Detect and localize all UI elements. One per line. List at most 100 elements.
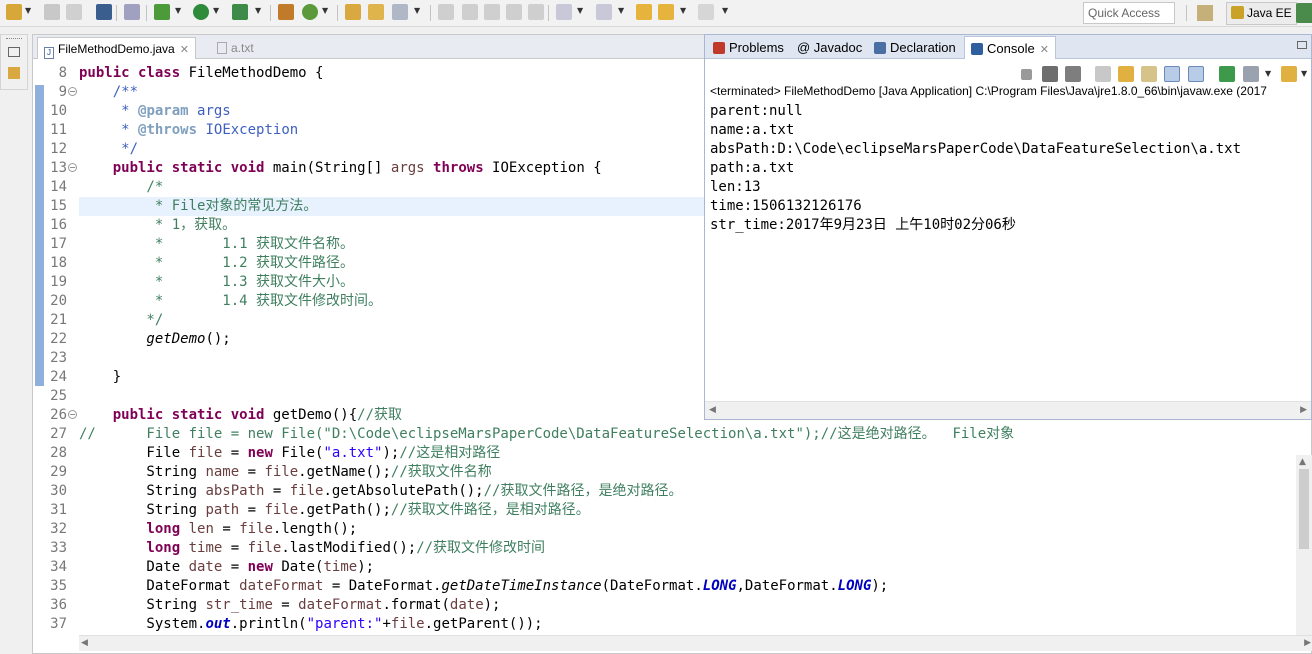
line-number: 9 [58, 84, 67, 100]
code-token: File [79, 445, 189, 461]
scroll-up-icon[interactable]: ▲ [1299, 457, 1306, 467]
external-tools-icon[interactable] [232, 4, 248, 20]
tab-problems[interactable]: Problems [707, 36, 790, 59]
previous-annotation-icon[interactable] [596, 4, 612, 20]
close-icon[interactable]: ✕ [1040, 44, 1049, 56]
scroll-lock-icon[interactable] [1118, 66, 1134, 82]
code-token: args [390, 160, 425, 176]
search-dropdown-icon[interactable]: ▼ [414, 6, 420, 15]
show-on-stdout-icon[interactable] [1164, 66, 1180, 82]
next-annotation-dropdown-icon[interactable]: ▼ [577, 6, 583, 15]
forward-dropdown-icon[interactable]: ▼ [722, 6, 728, 15]
trim-handle[interactable] [6, 38, 22, 41]
new-java-project-icon[interactable] [278, 4, 294, 20]
code-line: public static void main(String[] args th… [79, 159, 602, 178]
java-ee-perspective-button[interactable]: Java EE [1226, 2, 1297, 25]
line-number: 13 [50, 160, 67, 176]
scroll-thumb[interactable] [1299, 469, 1309, 549]
back-icon[interactable] [658, 4, 674, 20]
show-whitespace-icon[interactable] [506, 4, 522, 20]
last-edit-location-icon[interactable] [636, 4, 652, 20]
save-all-icon[interactable] [66, 4, 82, 20]
line-number: 16 [50, 217, 67, 233]
tab-declaration[interactable]: Declaration [868, 36, 962, 59]
tab-filemethoddemo-java[interactable]: J FileMethodDemo.java ✕ [37, 37, 196, 59]
next-annotation-icon[interactable] [556, 4, 572, 20]
tab-console[interactable]: Console ✕ [964, 36, 1056, 59]
tab-label: @ Javadoc [797, 40, 863, 55]
run-icon[interactable] [193, 4, 209, 20]
console-output-line: absPath:D:\Code\eclipseMarsPaperCode\Dat… [710, 141, 1242, 157]
console-output[interactable]: parent:null name:a.txt absPath:D:\Code\ecl… [710, 102, 1310, 235]
new-class-icon[interactable] [302, 4, 318, 20]
terminate-icon[interactable] [1021, 69, 1032, 80]
open-console-dropdown-icon[interactable]: ▼ [1301, 69, 1307, 78]
search-icon[interactable] [392, 4, 408, 20]
show-on-stderr-icon[interactable] [1188, 66, 1204, 82]
fold-toggle-icon[interactable]: − [68, 410, 77, 419]
code-token: path [205, 502, 240, 518]
scroll-left-icon[interactable]: ◀ [709, 405, 716, 415]
restore-icon[interactable] [8, 47, 20, 57]
run-dropdown-icon[interactable]: ▼ [213, 6, 219, 15]
editor-horizontal-scrollbar[interactable]: ◀ ▶ [79, 635, 1312, 651]
close-icon[interactable]: ✕ [180, 44, 189, 56]
tab-a-txt[interactable]: a.txt [211, 37, 260, 59]
code-line: long len = file.length(); [79, 520, 357, 539]
code-token: = [222, 540, 248, 556]
previous-annotation-dropdown-icon[interactable]: ▼ [618, 6, 624, 15]
debug-icon[interactable] [154, 4, 170, 20]
code-token: = DateFormat. [323, 578, 442, 594]
console-output-line: parent:null [710, 103, 803, 119]
fold-toggle-icon[interactable]: − [68, 87, 77, 96]
block-select-icon[interactable] [528, 4, 544, 20]
debug-perspective-icon[interactable] [1296, 3, 1312, 23]
new-class-dropdown-icon[interactable]: ▼ [322, 6, 328, 15]
scroll-right-icon[interactable]: ▶ [1300, 405, 1307, 415]
display-console-dropdown-icon[interactable]: ▼ [1265, 69, 1271, 78]
skip-breakpoints-icon[interactable] [124, 4, 140, 20]
new-dropdown-icon[interactable]: ▼ [25, 6, 31, 15]
code-token: = [239, 464, 265, 480]
remove-all-terminated-icon[interactable] [1065, 66, 1081, 82]
line-number: 15 [50, 198, 67, 214]
toggle-mark-icon[interactable] [462, 4, 478, 20]
debug-dropdown-icon[interactable]: ▼ [175, 6, 181, 15]
code-token: IOException [197, 122, 299, 138]
external-tools-dropdown-icon[interactable]: ▼ [255, 6, 261, 15]
code-token: Date( [272, 559, 324, 575]
pin-console-icon[interactable] [1219, 66, 1235, 82]
forward-icon[interactable] [698, 4, 714, 20]
display-selected-console-icon[interactable] [1243, 66, 1259, 82]
tab-javadoc[interactable]: @ Javadoc [791, 36, 868, 59]
save-icon[interactable] [44, 4, 60, 20]
open-console-icon[interactable] [96, 4, 112, 20]
code-token: * 1.4 获取文件修改时间。 [79, 293, 383, 309]
edit-icon[interactable] [484, 4, 500, 20]
open-type-icon[interactable] [345, 4, 361, 20]
scroll-left-icon[interactable]: ◀ [81, 638, 88, 648]
open-perspective-icon[interactable] [1197, 5, 1213, 21]
word-wrap-icon[interactable] [1141, 66, 1157, 82]
console-horizontal-scrollbar[interactable]: ◀ ▶ [705, 401, 1311, 419]
remove-launch-icon[interactable] [1042, 66, 1058, 82]
quick-access-input[interactable]: Quick Access [1083, 2, 1175, 24]
open-folder-icon[interactable] [368, 4, 384, 20]
annotation-icon[interactable] [438, 4, 454, 20]
scroll-right-icon[interactable]: ▶ [1304, 638, 1311, 648]
minimize-icon[interactable] [1297, 41, 1307, 49]
code-token: = [264, 483, 290, 499]
code-token: String [79, 597, 206, 613]
line-number: 10 [50, 103, 67, 119]
code-token: str_time [205, 597, 273, 613]
code-token: file [247, 540, 282, 556]
package-explorer-icon[interactable] [8, 67, 20, 79]
code-token: (); [205, 331, 231, 347]
fold-toggle-icon[interactable]: − [68, 163, 77, 172]
code-token: /** [79, 84, 139, 100]
editor-vertical-scrollbar[interactable]: ▲ [1296, 455, 1312, 635]
open-console-icon[interactable] [1281, 66, 1297, 82]
clear-console-icon[interactable] [1095, 66, 1111, 82]
back-dropdown-icon[interactable]: ▼ [680, 6, 686, 15]
new-wizard-icon[interactable] [6, 4, 22, 20]
